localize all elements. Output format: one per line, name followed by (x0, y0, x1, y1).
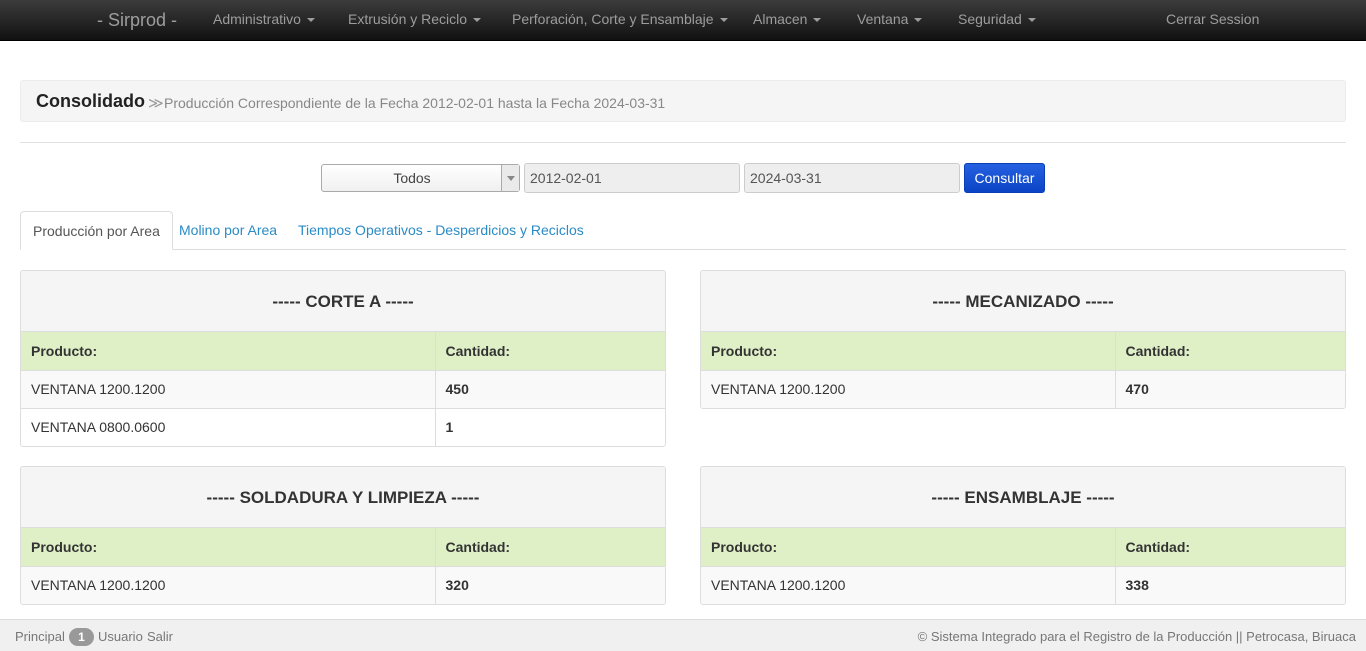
footer-bar: Principal 1 Usuario Salir © Sistema Inte… (0, 619, 1366, 651)
footer-usuario-link[interactable]: Usuario (98, 629, 143, 644)
table-row: VENTANA 0800.0600 1 (21, 407, 665, 446)
caret-down-icon (914, 18, 923, 23)
brand-logo[interactable]: - Sirprod - (97, 0, 177, 40)
page-title: Consolidado (36, 91, 145, 111)
table-row: VENTANA 1200.1200 338 (701, 565, 1345, 604)
cell-producto: VENTANA 0800.0600 (21, 407, 435, 446)
col-cantidad: Cantidad: (1114, 528, 1345, 566)
footer-copyright: © Sistema Integrado para el Registro de … (917, 629, 1356, 644)
cell-producto: VENTANA 1200.1200 (21, 565, 435, 604)
cell-cantidad: 470 (1114, 369, 1345, 408)
panel-ensamblaje: ----- ENSAMBLAJE ----- Producto: Cantida… (700, 466, 1346, 605)
cell-producto: VENTANA 1200.1200 (701, 369, 1115, 408)
production-table: Producto: Cantidad: VENTANA 1200.1200 32… (21, 528, 665, 604)
col-producto: Producto: (701, 528, 1115, 566)
footer-principal-link[interactable]: Principal (15, 629, 65, 644)
chevron-down-icon (507, 176, 515, 181)
panel-soldadura-limpieza: ----- SOLDADURA Y LIMPIEZA ----- Product… (20, 466, 666, 605)
top-navbar: - Sirprod - Administrativo Extrusión y R… (0, 0, 1366, 41)
table-row: VENTANA 1200.1200 450 (21, 369, 665, 408)
tab-tiempos-operativos[interactable]: Tiempos Operativos - Desperdicios y Reci… (298, 211, 584, 250)
cell-producto: VENTANA 1200.1200 (21, 369, 435, 408)
consultar-button[interactable]: Consultar (964, 163, 1045, 193)
select-toggle[interactable] (501, 165, 519, 191)
cell-cantidad: 338 (1114, 565, 1345, 604)
nav-administrativo[interactable]: Administrativo (213, 0, 315, 40)
col-producto: Producto: (21, 332, 435, 370)
panel-title: ----- ENSAMBLAJE ----- (701, 467, 1345, 528)
production-table: Producto: Cantidad: VENTANA 1200.1200 47… (701, 332, 1345, 408)
nav-seguridad[interactable]: Seguridad (958, 0, 1036, 40)
table-row: VENTANA 1200.1200 320 (21, 565, 665, 604)
production-table: Producto: Cantidad: VENTANA 1200.1200 45… (21, 332, 665, 446)
tab-produccion-por-area[interactable]: Producción por Area (20, 211, 173, 250)
panel-mecanizado: ----- MECANIZADO ----- Producto: Cantida… (700, 270, 1346, 409)
logout-link[interactable]: Cerrar Session (1166, 0, 1259, 40)
tab-molino-por-area[interactable]: Molino por Area (179, 211, 277, 250)
caret-down-icon (719, 18, 728, 23)
nav-ventana[interactable]: Ventana (857, 0, 923, 40)
caret-down-icon (1027, 18, 1036, 23)
col-cantidad: Cantidad: (1114, 332, 1345, 370)
col-producto: Producto: (21, 528, 435, 566)
panel-corte-a: ----- CORTE A ----- Producto: Cantidad: … (20, 270, 666, 447)
table-row: VENTANA 1200.1200 470 (701, 369, 1345, 408)
divider (20, 142, 1346, 143)
date-from-input[interactable] (524, 163, 740, 193)
cell-cantidad: 450 (434, 369, 665, 408)
cell-cantidad: 1 (434, 407, 665, 446)
caret-down-icon (813, 18, 822, 23)
page-header: Consolidado ≫ Producción Correspondiente… (20, 80, 1346, 122)
col-cantidad: Cantidad: (434, 332, 665, 370)
footer-salir-link[interactable]: Salir (147, 629, 173, 644)
panel-title: ----- CORTE A ----- (21, 271, 665, 332)
nav-extrusion-reciclo[interactable]: Extrusión y Reciclo (348, 0, 482, 40)
caret-down-icon (473, 18, 482, 23)
cell-cantidad: 320 (434, 565, 665, 604)
nav-almacen[interactable]: Almacen (753, 0, 822, 40)
production-table: Producto: Cantidad: VENTANA 1200.1200 33… (701, 528, 1345, 604)
col-producto: Producto: (701, 332, 1115, 370)
date-to-input[interactable] (744, 163, 960, 193)
area-select-value: Todos (393, 170, 431, 186)
panel-title: ----- MECANIZADO ----- (701, 271, 1345, 332)
page-subtitle: Producción Correspondiente de la Fecha 2… (164, 95, 666, 111)
caret-down-icon (306, 18, 315, 23)
breadcrumb-separator-icon: ≫ (148, 95, 164, 112)
notification-badge: 1 (69, 628, 94, 646)
col-cantidad: Cantidad: (434, 528, 665, 566)
cell-producto: VENTANA 1200.1200 (701, 565, 1115, 604)
area-select[interactable]: Todos (321, 164, 520, 192)
panel-title: ----- SOLDADURA Y LIMPIEZA ----- (21, 467, 665, 528)
nav-perforacion-corte-ensamblaje[interactable]: Perforación, Corte y Ensamblaje (512, 0, 728, 40)
